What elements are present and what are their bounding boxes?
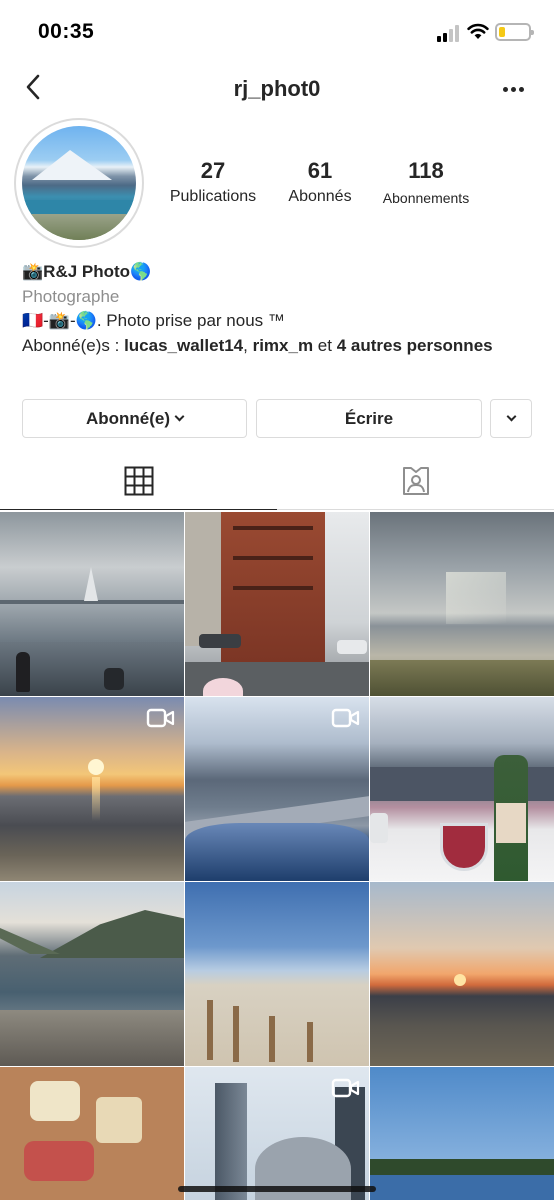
video-icon [331, 1078, 360, 1098]
post-thumbnail[interactable] [0, 512, 184, 696]
profile-bio: 📸R&J Photo🌎 Photographe 🇫🇷-📸-🌎. Photo pr… [22, 260, 542, 358]
followed-by-others[interactable]: 4 autres personnes [337, 336, 493, 355]
stat-followers-label: Abonnés [288, 188, 352, 205]
stat-following-count: 118 [408, 158, 444, 183]
post-thumbnail[interactable] [370, 697, 554, 881]
post-thumbnail[interactable] [0, 1067, 184, 1200]
suggestions-button[interactable] [490, 399, 532, 438]
avatar-image [22, 126, 136, 240]
post-thumbnail[interactable] [0, 882, 184, 1066]
battery-icon [495, 23, 534, 41]
wifi-icon [467, 23, 489, 39]
bio-description: 🇫🇷-📸-🌎. Photo prise par nous ™ [22, 311, 285, 330]
profile-username: rj_phot0 [233, 76, 321, 101]
posts-grid [0, 512, 554, 1200]
message-button[interactable]: Écrire [256, 399, 482, 438]
tagged-person-icon [402, 467, 429, 495]
status-time: 00:35 [38, 20, 95, 43]
post-thumbnail[interactable] [185, 697, 369, 881]
status-bar: 00:35 [0, 0, 554, 60]
profile-avatar[interactable] [14, 118, 144, 248]
followed-by-user-2[interactable]: rimx_m [253, 336, 313, 355]
video-icon [331, 708, 360, 728]
message-button-label: Écrire [344, 408, 394, 428]
home-indicator [178, 1186, 376, 1192]
tab-tagged[interactable] [277, 452, 554, 510]
post-thumbnail[interactable] [0, 697, 184, 881]
more-horizontal-icon [502, 86, 508, 92]
post-thumbnail[interactable] [370, 512, 554, 696]
video-icon [146, 708, 175, 728]
post-thumbnail[interactable] [370, 1067, 554, 1200]
followed-by-user-1[interactable]: lucas_wallet14 [124, 336, 243, 355]
profile-stats: 27 Publications 61 Abonnés 118 Abonnemen… [158, 158, 538, 218]
stat-following-label: Abonnements [382, 190, 470, 206]
chevron-down-icon [174, 411, 185, 422]
stat-following[interactable]: 118 Abonnements [376, 158, 476, 206]
chevron-down-icon [506, 411, 516, 422]
more-options-button[interactable] [498, 74, 528, 104]
battery-fill [499, 27, 505, 37]
post-thumbnail[interactable] [185, 1067, 369, 1200]
stat-posts-label: Publications [169, 188, 257, 205]
post-thumbnail[interactable] [370, 882, 554, 1066]
stat-posts[interactable]: 27 Publications [158, 158, 268, 206]
followed-by-and: et [313, 335, 337, 355]
bio-category: Photographe [22, 286, 120, 306]
bio-followed-by[interactable]: Abonné(e)s : lucas_wallet14, rimx_m et 4… [22, 334, 542, 359]
following-button-label: Abonné(e) [85, 408, 171, 428]
tab-posts-grid[interactable] [0, 452, 277, 510]
profile-tabs [0, 452, 554, 510]
following-button[interactable]: Abonné(e) [22, 399, 247, 438]
bio-display-name: 📸R&J Photo🌎 [22, 262, 152, 281]
profile-header: rj_phot0 [0, 60, 554, 116]
grid-icon [124, 466, 153, 495]
stat-followers-count: 61 [307, 158, 333, 183]
followed-by-prefix: Abonné(e)s : [22, 335, 125, 355]
post-thumbnail[interactable] [185, 512, 369, 696]
cellular-signal-icon [437, 24, 463, 42]
post-thumbnail[interactable] [185, 882, 369, 1066]
stat-posts-count: 27 [200, 158, 226, 183]
followed-by-separator: , [243, 335, 253, 355]
stat-followers[interactable]: 61 Abonnés [276, 158, 364, 206]
